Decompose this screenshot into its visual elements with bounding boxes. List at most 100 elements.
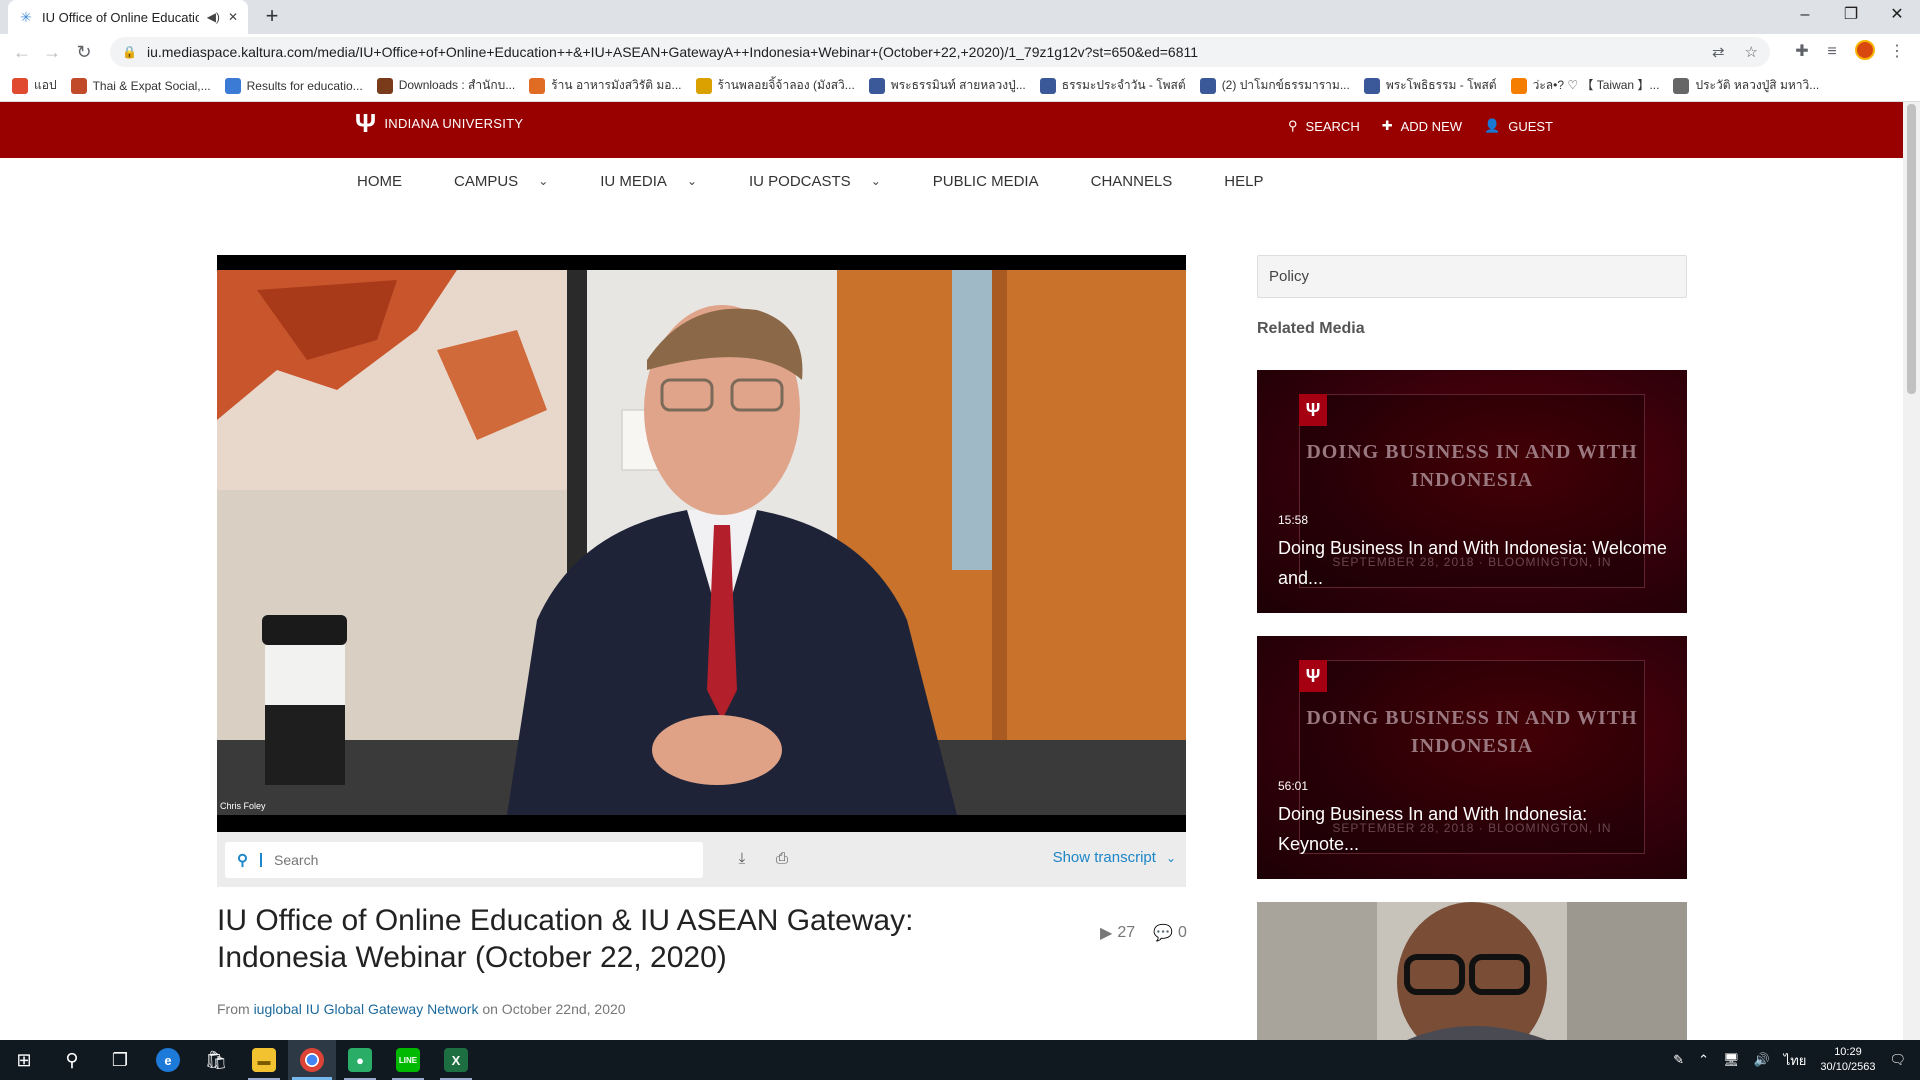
extensions-puzzle-icon[interactable]: ✚ <box>1790 40 1814 64</box>
page-scrollbar[interactable] <box>1903 102 1920 1040</box>
nav-home[interactable]: HOME <box>357 173 402 190</box>
bookmark-item[interactable]: ร้านพลอยจิ้จ้าลอง (มังสวิ... <box>695 76 855 95</box>
nav-iu-media[interactable]: IU MEDIA ⌄ <box>600 173 697 190</box>
nav-channels[interactable]: CHANNELS <box>1091 173 1173 190</box>
policy-box[interactable]: Policy <box>1257 255 1687 298</box>
transcript-toolbar: ⚲ ⤓ ⎙ Show transcript ⌄ <box>217 832 1186 887</box>
thumbnail-text: DOING BUSINESS IN AND WITH INDONESIA <box>1306 441 1638 491</box>
notifications-icon[interactable]: 🗨 <box>1889 1052 1906 1068</box>
play-icon: ▶ <box>1100 925 1113 942</box>
bookmark-item[interactable]: ว่ะล•? ♡ 【 Taiwan 】... <box>1510 76 1659 95</box>
back-arrow-icon[interactable]: ← <box>10 40 34 64</box>
transcript-search-box[interactable]: ⚲ <box>225 842 703 878</box>
translate-icon[interactable]: ⇄ <box>1712 43 1725 61</box>
bookmark-item[interactable]: ประวัติ หลวงปู่สิ มหาวิ... <box>1673 76 1819 95</box>
wechat-icon[interactable]: ● <box>336 1040 384 1080</box>
nav-campus[interactable]: CAMPUS ⌄ <box>454 173 548 190</box>
media-title-block: IU Office of Online Education & IU ASEAN… <box>217 902 957 976</box>
video-still <box>217 270 1186 815</box>
task-view-icon[interactable]: ❐ <box>96 1040 144 1080</box>
bookmark-item[interactable]: Downloads : สำนักบ... <box>376 76 515 95</box>
new-tab-button[interactable]: + <box>260 5 284 29</box>
comments-count[interactable]: 💬 0 <box>1153 923 1187 943</box>
restore-icon[interactable]: ❐ <box>1828 0 1874 30</box>
browser-menu-icon[interactable]: ⋮ <box>1885 40 1909 64</box>
search-icon[interactable]: ⚲ <box>48 1040 96 1080</box>
tab-close-icon[interactable]: ✕ <box>228 10 238 24</box>
nav-help[interactable]: HELP <box>1224 173 1263 190</box>
guest-button[interactable]: 👤 GUEST <box>1484 118 1553 134</box>
media-byline: From iuglobal IU Global Gateway Network … <box>217 1001 626 1017</box>
download-icon[interactable]: ⤓ <box>732 849 752 869</box>
address-bar[interactable]: 🔒 iu.mediaspace.kaltura.com/media/IU+Off… <box>110 37 1770 67</box>
related-media-title[interactable]: Doing Business In and With Indonesia: Ke… <box>1278 799 1668 859</box>
search-button[interactable]: ⚲ SEARCH <box>1288 118 1360 134</box>
video-frame[interactable]: Chris Foley <box>217 270 1186 815</box>
add-new-button[interactable]: ✚ ADD NEW <box>1382 118 1462 134</box>
print-icon[interactable]: ⎙ <box>772 849 792 869</box>
text-cursor <box>260 853 262 867</box>
transcript-search-input[interactable] <box>274 852 654 868</box>
bookmark-apps[interactable]: แอป <box>12 76 57 95</box>
video-player[interactable]: Chris Foley <box>217 255 1186 832</box>
file-explorer-icon[interactable]: ▬ <box>240 1040 288 1080</box>
speaker-mute-icon[interactable]: ◀) <box>207 10 220 24</box>
chrome-icon[interactable] <box>288 1040 336 1080</box>
bookmark-item[interactable]: ธรรมะประจำวัน - โพสต์ <box>1039 76 1186 95</box>
window-close-icon[interactable]: ✕ <box>1874 0 1920 30</box>
related-media-title[interactable]: Doing Business In and With Indonesia: We… <box>1278 533 1668 593</box>
bookmark-item[interactable]: (2) ปาโมกข์ธรรมาราม... <box>1199 76 1350 95</box>
forward-arrow-icon[interactable]: → <box>40 40 64 64</box>
pen-icon[interactable]: ✎ <box>1673 1052 1684 1068</box>
related-media-item[interactable]: Ψ DOING BUSINESS IN AND WITH INDONESIA SE… <box>1257 370 1687 613</box>
seal-icon <box>376 77 393 94</box>
reload-icon[interactable]: ↻ <box>72 40 96 64</box>
bookmark-item[interactable]: Results for educatio... <box>224 77 363 94</box>
store-icon[interactable]: 🛍 <box>192 1040 240 1080</box>
shop-icon <box>529 77 546 94</box>
facebook-icon <box>868 77 885 94</box>
minimize-icon[interactable]: – <box>1782 0 1828 30</box>
related-media-item[interactable] <box>1257 902 1687 1040</box>
related-media-item[interactable]: Ψ DOING BUSINESS IN AND WITH INDONESIA SE… <box>1257 636 1687 879</box>
profile-avatar-icon[interactable] <box>1853 40 1877 64</box>
internet-explorer-icon[interactable]: e <box>144 1040 192 1080</box>
taskbar-clock[interactable]: 10:29 30/10/2563 <box>1820 1045 1875 1075</box>
duration-label: 56:01 <box>1278 779 1309 793</box>
iu-logo[interactable]: Ψ INDIANA UNIVERSITY <box>355 108 523 139</box>
chevron-down-icon: ⌄ <box>686 174 697 188</box>
iu-trident-icon: Ψ <box>1299 394 1327 426</box>
excel-icon[interactable]: X <box>432 1040 480 1080</box>
line-icon[interactable]: LINE <box>384 1040 432 1080</box>
lock-icon[interactable]: 🔒 <box>122 45 137 59</box>
bookmark-item[interactable]: Thai & Expat Social,... <box>70 77 211 94</box>
owner-link[interactable]: iuglobal IU Global Gateway Network <box>254 1001 479 1017</box>
bookmark-item[interactable]: ร้าน อาหารมังสวิรัติ มอ... <box>529 76 682 95</box>
media-queue-icon[interactable]: ≡ <box>1820 40 1844 64</box>
windows-start-icon[interactable]: ⊞ <box>0 1040 48 1080</box>
scrollbar-thumb[interactable] <box>1907 104 1916 394</box>
browser-tab[interactable]: ✳ IU Office of Online Education ◀) ✕ <box>8 0 248 34</box>
volume-icon[interactable]: 🔊 <box>1754 1052 1770 1068</box>
bookmark-star-icon[interactable]: ☆ <box>1745 43 1758 61</box>
related-media-heading: Related Media <box>1257 320 1365 337</box>
browser-tabstrip: ✳ IU Office of Online Education ◀) ✕ + –… <box>0 0 1920 34</box>
blogger-icon <box>1510 77 1527 94</box>
show-transcript-button[interactable]: Show transcript ⌄ <box>1053 849 1176 866</box>
network-icon[interactable]: 🖥 <box>1723 1052 1740 1068</box>
windows-taskbar: ⊞ ⚲ ❐ e 🛍 ▬ ● LINE X ✎ ⌃ 🖥 🔊 ไทย 10:29 3… <box>0 1040 1920 1080</box>
user-icon: 👤 <box>1484 118 1501 133</box>
url-text[interactable]: iu.mediaspace.kaltura.com/media/IU+Offic… <box>147 44 1692 60</box>
bookmark-item[interactable]: พระโพธิธรรม - โพสต์ <box>1363 76 1497 95</box>
apps-grid-icon <box>12 77 28 94</box>
plays-count: ▶ 27 <box>1100 924 1136 942</box>
nav-iu-podcasts[interactable]: IU PODCASTS ⌄ <box>749 173 881 190</box>
nav-public-media[interactable]: PUBLIC MEDIA <box>933 173 1039 190</box>
tray-expand-icon[interactable]: ⌃ <box>1698 1052 1709 1068</box>
input-language[interactable]: ไทย <box>1784 1050 1807 1071</box>
thumbnail-text: DOING BUSINESS IN AND WITH INDONESIA <box>1306 707 1638 757</box>
bookmark-item[interactable]: พระธรรมินท์ สายหลวงปู่... <box>868 76 1026 95</box>
iu-header-bar: Ψ INDIANA UNIVERSITY ⚲ SEARCH ✚ ADD NEW 👤 G… <box>0 102 1903 158</box>
tab-title: IU Office of Online Education <box>42 9 199 25</box>
iu-trident-icon: Ψ <box>1299 660 1327 692</box>
